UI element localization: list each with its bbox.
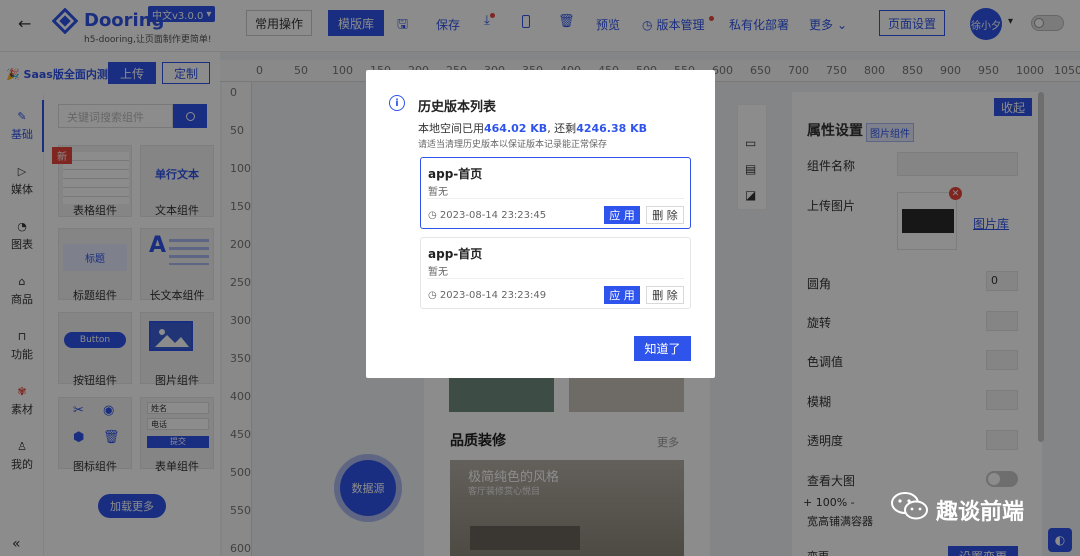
- apply-label: 应 用: [609, 209, 635, 222]
- version-desc: 暂无: [428, 187, 448, 198]
- apply-button[interactable]: 应 用: [604, 286, 640, 304]
- info-icon: i: [389, 95, 405, 111]
- watermark-text: 趣谈前端: [936, 500, 1025, 525]
- apply-button[interactable]: 应 用: [604, 206, 640, 224]
- ok-button[interactable]: 知道了: [634, 336, 691, 361]
- modal-title: 历史版本列表: [418, 100, 497, 115]
- version-name: app-首页: [428, 167, 483, 181]
- used-size: 464.02 KB: [484, 122, 548, 135]
- usage-prefix: 本地空间已用: [418, 122, 484, 135]
- version-time: ◷ 2023-08-14 23:23:45: [428, 210, 546, 221]
- version-card[interactable]: app-首页 暂无 ◷ 2023-08-14 23:23:49 应 用 删 除: [420, 237, 691, 309]
- storage-usage: 本地空间已用464.02 KB, 还剩4246.38 KB: [418, 120, 647, 136]
- remaining-size: 4246.38 KB: [576, 122, 648, 135]
- storage-hint: 请适当清理历史版本以保证版本记录能正常保存: [418, 140, 608, 150]
- delete-button[interactable]: 删 除: [646, 206, 684, 224]
- version-card[interactable]: app-首页 暂无 ◷ 2023-08-14 23:23:45 应 用 删 除: [420, 157, 691, 229]
- version-time: ◷ 2023-08-14 23:23:49: [428, 290, 546, 301]
- clock-icon: ◷: [428, 290, 440, 301]
- wechat-icon: [890, 490, 930, 522]
- delete-label: 删 除: [652, 289, 678, 302]
- delete-button[interactable]: 删 除: [646, 286, 684, 304]
- ok-label: 知道了: [644, 342, 681, 356]
- usage-mid: , 还剩: [547, 122, 577, 135]
- card-divider: [427, 278, 684, 279]
- version-time-text: 2023-08-14 23:23:45: [439, 210, 547, 221]
- card-divider: [427, 198, 684, 199]
- version-time-text: 2023-08-14 23:23:49: [439, 290, 547, 301]
- apply-label: 应 用: [609, 289, 635, 302]
- clock-icon: ◷: [428, 210, 440, 221]
- delete-label: 删 除: [652, 209, 678, 222]
- version-name: app-首页: [428, 247, 483, 261]
- version-desc: 暂无: [428, 267, 448, 278]
